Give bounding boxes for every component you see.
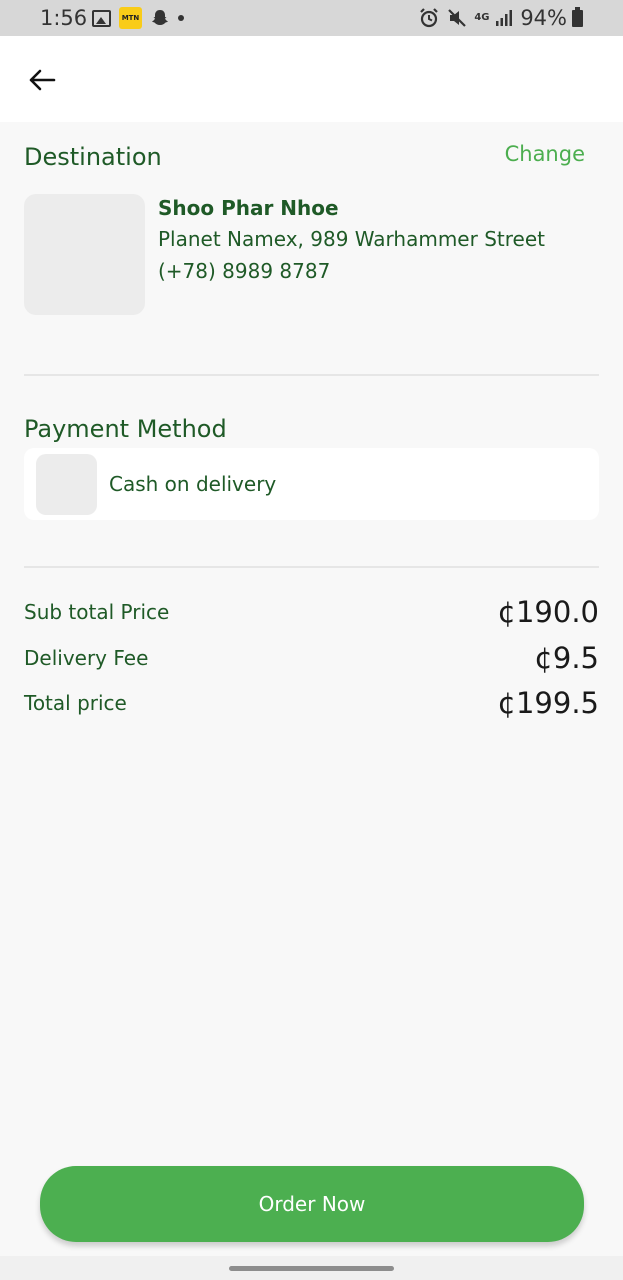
arrow-left-icon [29, 69, 56, 91]
status-right: 4G 94% [418, 6, 585, 30]
change-destination-link[interactable]: Change [505, 142, 585, 166]
battery-icon [572, 7, 583, 27]
payment-method-label: Cash on delivery [109, 472, 277, 496]
delivery-fee-label: Delivery Fee [24, 646, 149, 670]
divider [24, 374, 599, 376]
app-bar [0, 36, 623, 122]
network-type: 4G [474, 12, 490, 23]
status-bar: 1:56 MTN 4G 94% [0, 0, 623, 36]
signal-icon [496, 10, 513, 26]
system-nav-bar [0, 1256, 623, 1280]
delivery-fee-value: ¢9.5 [534, 641, 599, 675]
snapchat-icon [152, 10, 168, 25]
payment-method-title: Payment Method [24, 415, 227, 443]
back-button[interactable] [22, 60, 62, 100]
destination-title: Destination [24, 143, 162, 171]
total-price-row: Total price ¢199.5 [24, 683, 599, 723]
mute-icon [448, 9, 467, 27]
subtotal-label: Sub total Price [24, 600, 170, 624]
status-time: 1:56 [40, 6, 88, 30]
order-now-button[interactable]: Order Now [40, 1166, 584, 1242]
payment-method-icon [36, 453, 97, 515]
notification-icons: MTN [92, 7, 184, 29]
destination-phone: (+78) 8989 8787 [158, 259, 331, 283]
divider [24, 566, 599, 568]
battery-percent: 94% [520, 6, 567, 30]
delivery-fee-row: Delivery Fee ¢9.5 [24, 638, 599, 678]
subtotal-row: Sub total Price ¢190.0 [24, 592, 599, 632]
total-price-value: ¢199.5 [497, 686, 599, 720]
destination-name: Shoo Phar Nhoe [158, 196, 339, 220]
payment-method-card[interactable]: Cash on delivery [24, 448, 599, 520]
gallery-icon [92, 9, 111, 27]
home-indicator[interactable] [229, 1266, 394, 1271]
subtotal-value: ¢190.0 [497, 595, 599, 629]
mtn-app-icon: MTN [119, 7, 142, 29]
destination-image [24, 194, 145, 315]
total-price-label: Total price [24, 691, 127, 715]
more-notifications-dot [178, 15, 184, 21]
destination-address: Planet Namex, 989 Warhammer Street [158, 227, 545, 251]
alarm-icon [420, 8, 439, 28]
